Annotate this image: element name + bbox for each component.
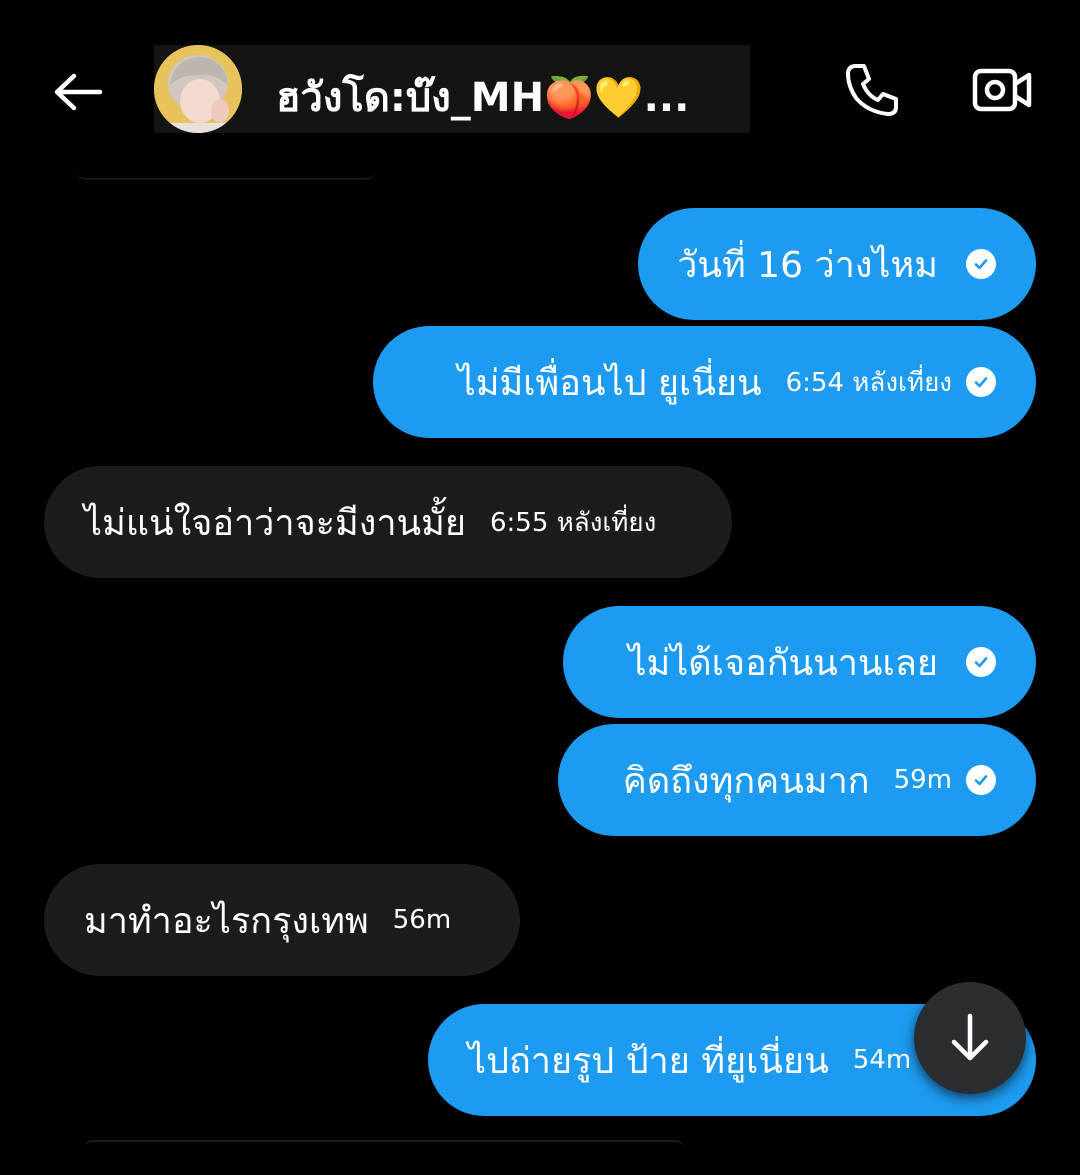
message-text: ไปถ่ายรูป ป้าย ที่ยูเนี่ยน: [468, 1040, 829, 1082]
message-text: ไม่มีเพื่อนไป ยูเนี่ยน: [457, 362, 762, 404]
message-time: 56m: [392, 905, 452, 935]
message-time: 54m: [852, 1045, 912, 1075]
arrow-left-icon: [54, 73, 103, 111]
phone-icon: [846, 64, 898, 116]
message-text: มาทำอะไรกรุงเทพ: [84, 900, 369, 942]
next-message-edge: [84, 1140, 684, 1148]
video-camera-icon: [972, 68, 1032, 112]
message-time: 59m: [893, 765, 952, 795]
message-text: วันที่ 16 ว่างไหม: [677, 244, 938, 286]
previous-message-edge: [76, 170, 376, 180]
message-time: 6:54 หลังเที่ยง: [785, 367, 952, 398]
back-button[interactable]: [48, 62, 108, 122]
read-check-icon: [966, 647, 996, 677]
scroll-to-bottom-button[interactable]: [914, 982, 1026, 1094]
message-text: ไม่แน่ใจอ่าว่าจะมีงานมั้ย: [84, 502, 466, 544]
read-check-icon: [966, 367, 996, 397]
sent-message[interactable]: ไม่มีเพื่อนไป ยูเนี่ยน 6:54 หลังเที่ยง: [373, 326, 1036, 438]
message-text: คิดถึงทุกคนมาก: [622, 760, 870, 802]
conversation-title: ฮวังโด:บ๊ง_MH🍑💛...: [276, 75, 690, 121]
message-time: 6:55 หลังเที่ยง: [489, 507, 657, 538]
read-check-icon: [966, 765, 996, 795]
voice-call-button[interactable]: [840, 58, 904, 122]
sent-message[interactable]: คิดถึงทุกคนมาก 59m: [558, 724, 1036, 836]
received-message[interactable]: ไม่แน่ใจอ่าว่าจะมีงานมั้ย 6:55 หลังเที่ย…: [44, 466, 732, 578]
video-call-button[interactable]: [970, 58, 1034, 122]
sent-message[interactable]: ไม่ได้เจอกันนานเลย: [563, 606, 1036, 718]
arrow-down-icon: [951, 1013, 989, 1061]
message-text: ไม่ได้เจอกันนานเลย: [628, 642, 938, 684]
sent-message[interactable]: วันที่ 16 ว่างไหม: [638, 208, 1036, 320]
conversation-title-button[interactable]: ฮวังโด:บ๊ง_MH🍑💛...: [154, 45, 750, 133]
avatar[interactable]: [154, 45, 242, 133]
received-message[interactable]: มาทำอะไรกรุงเทพ 56m: [44, 864, 520, 976]
chat-header: ฮวังโด:บ๊ง_MH🍑💛...: [0, 0, 1080, 180]
read-check-icon: [966, 249, 996, 279]
